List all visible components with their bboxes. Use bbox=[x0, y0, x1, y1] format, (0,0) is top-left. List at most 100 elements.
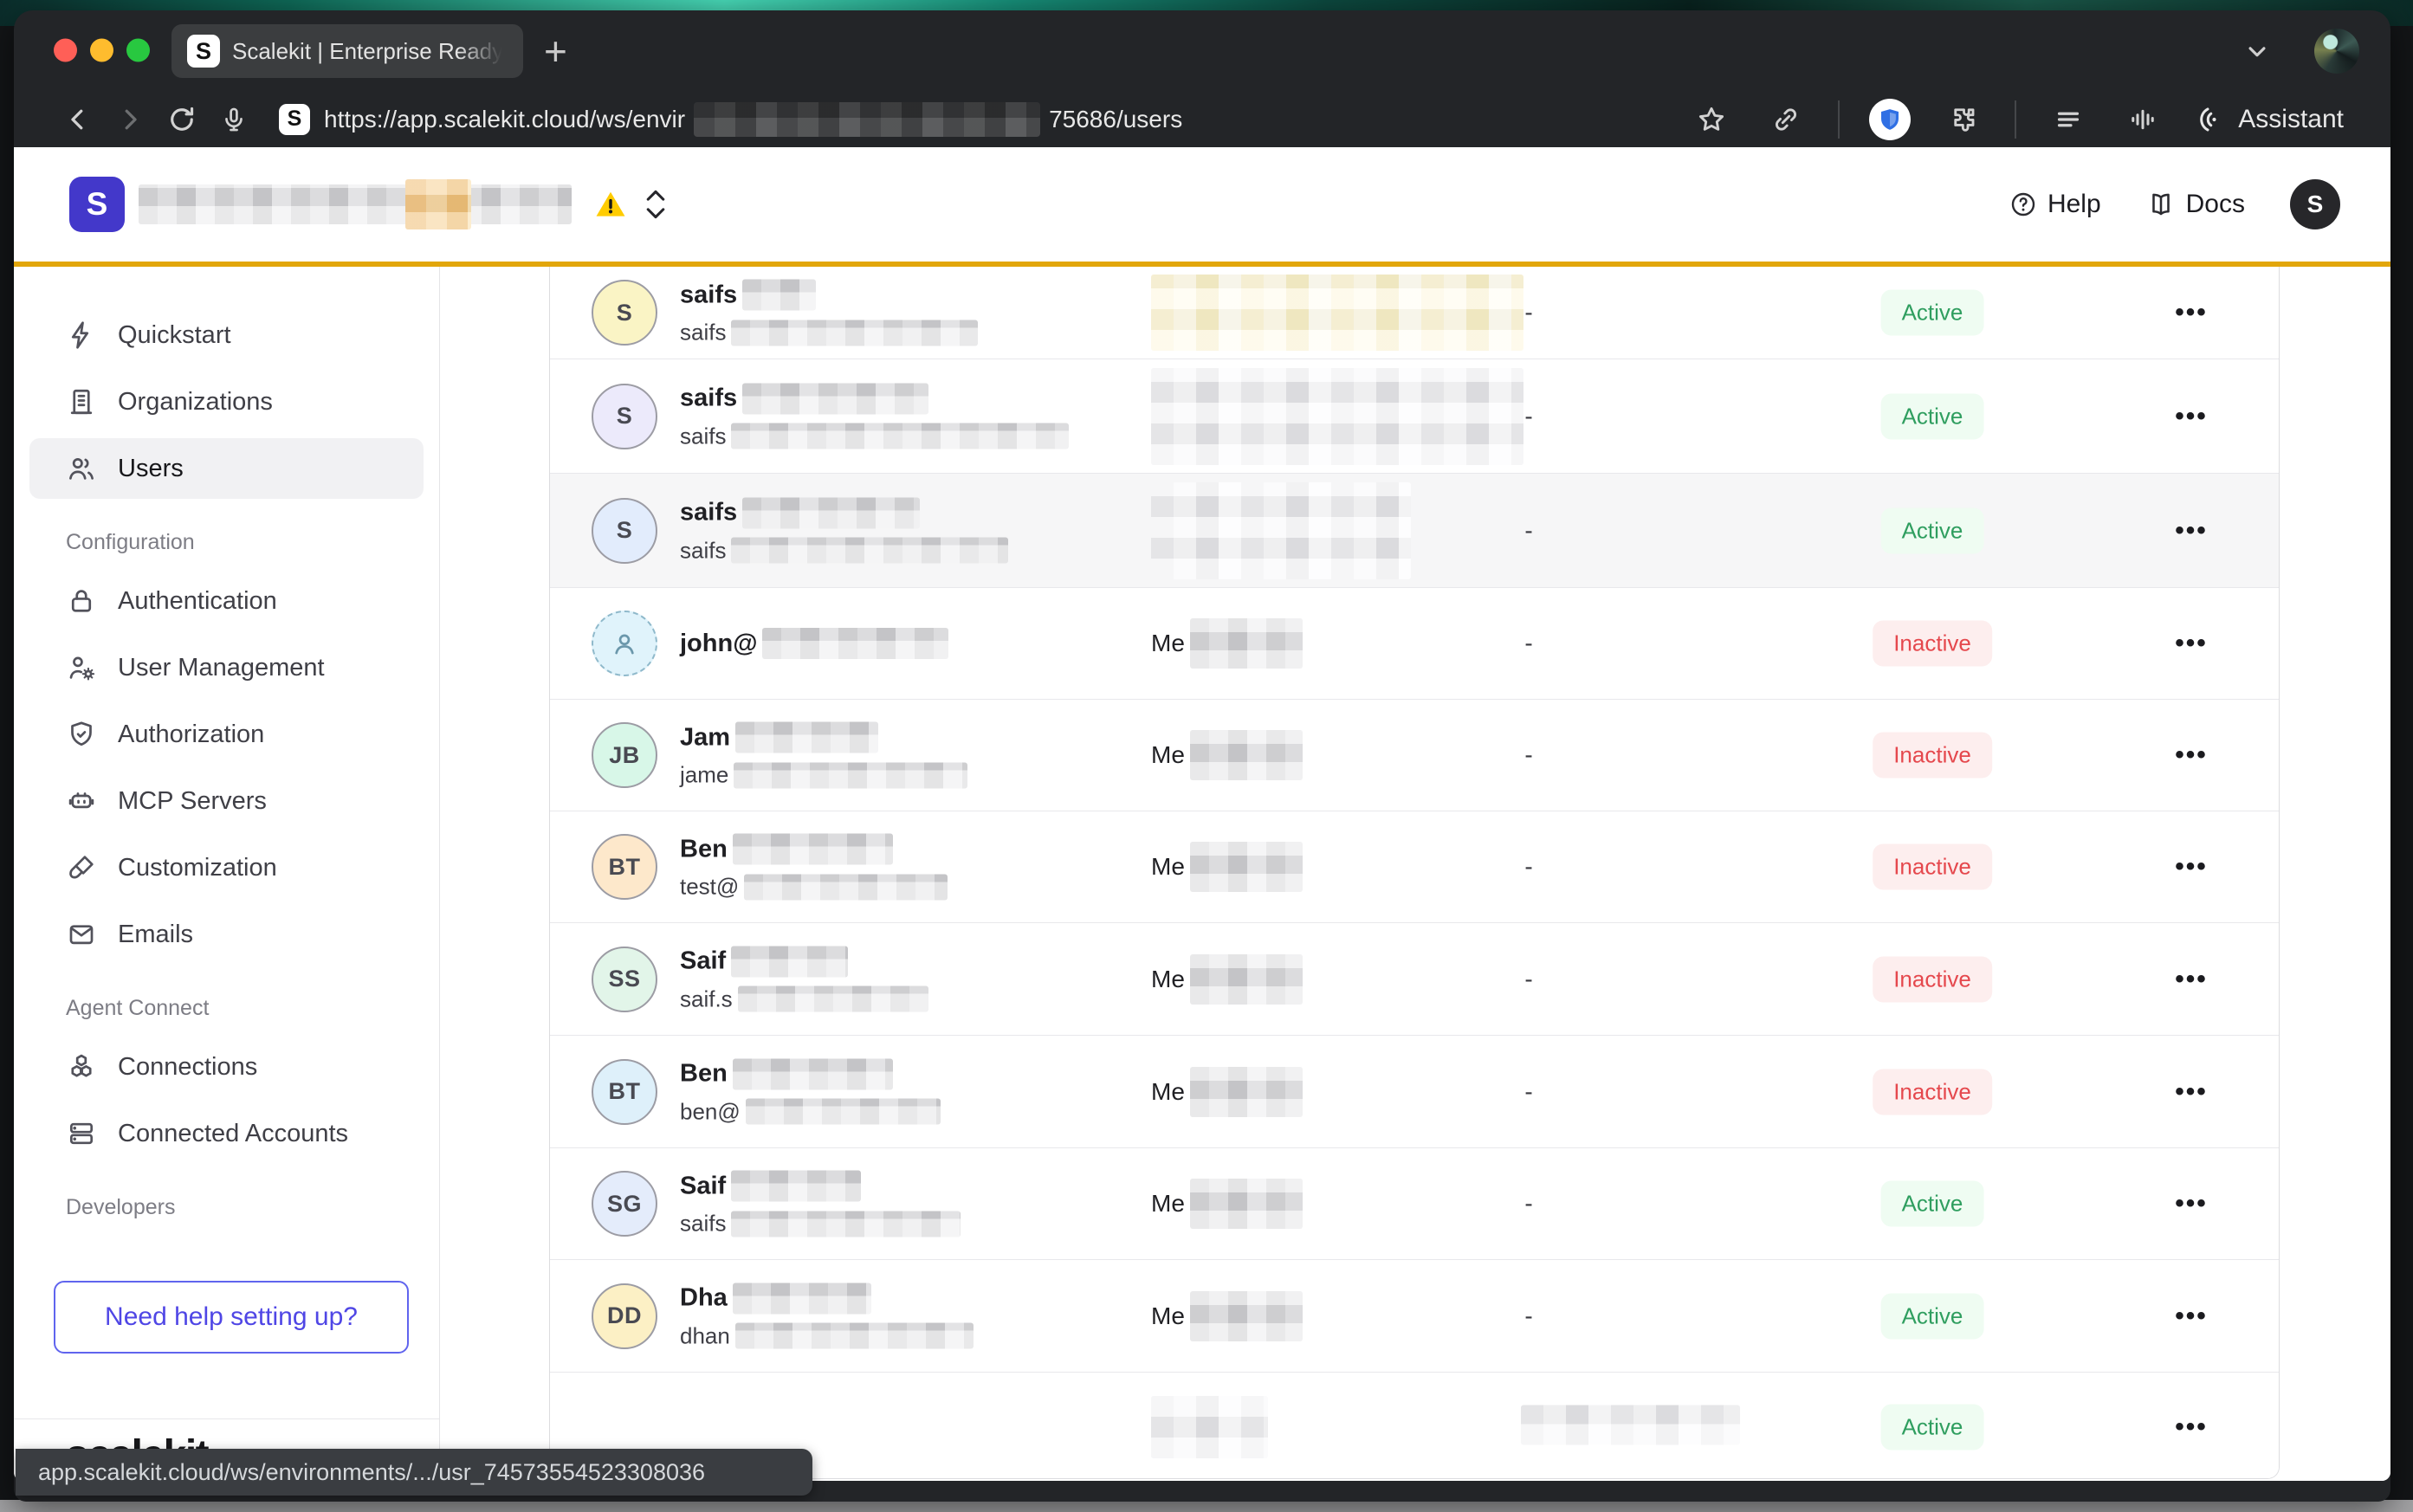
sidebar-item-organizations[interactable]: Organizations bbox=[29, 372, 424, 432]
sidebar-item-label: Users bbox=[118, 455, 184, 483]
sidebar-item-user-management[interactable]: User Management bbox=[29, 637, 424, 698]
user-row[interactable]: BT Benben@Me-Inactive••• bbox=[550, 1036, 2279, 1148]
need-help-button[interactable]: Need help setting up? bbox=[54, 1281, 409, 1354]
status-url-text: app.scalekit.cloud/ws/environments/.../u… bbox=[38, 1459, 705, 1486]
new-tab-button[interactable]: + bbox=[544, 31, 567, 71]
sidebar-divider bbox=[14, 1418, 439, 1419]
reload-button[interactable] bbox=[159, 97, 204, 142]
user-row[interactable]: SS Saifsaif.sMe-Inactive••• bbox=[550, 923, 2279, 1036]
sidebar-item-quickstart[interactable]: Quickstart bbox=[29, 305, 424, 365]
sidebar-item-mcp-servers[interactable]: MCP Servers bbox=[29, 771, 424, 831]
status-badge: Active bbox=[1881, 290, 1984, 336]
voice-waveform-icon[interactable] bbox=[2120, 97, 2165, 142]
membership-redacted bbox=[1190, 842, 1303, 892]
last-signin-cell: - bbox=[1501, 403, 1556, 430]
user-row[interactable]: S saifssaifs-Active••• bbox=[550, 267, 2279, 359]
user-avatar: S bbox=[592, 280, 657, 346]
extensions-puzzle-icon[interactable] bbox=[1940, 97, 1985, 142]
user-row[interactable]: S saifssaifs-Active••• bbox=[550, 474, 2279, 588]
reading-list-icon[interactable] bbox=[2046, 97, 2091, 142]
tab-overview-chevron-icon[interactable] bbox=[2235, 29, 2280, 74]
row-actions-menu[interactable]: ••• bbox=[2175, 516, 2208, 546]
user-row[interactable]: john@Me-Inactive••• bbox=[550, 588, 2279, 700]
sidebar-item-connected-accounts[interactable]: Connected Accounts bbox=[29, 1103, 424, 1164]
status-badge: Inactive bbox=[1873, 733, 1992, 779]
row-actions-menu[interactable]: ••• bbox=[2175, 1077, 2208, 1107]
sidebar-item-customization[interactable]: Customization bbox=[29, 837, 424, 898]
sidebar-section-label: Agent Connect bbox=[66, 996, 439, 1021]
sidebar-item-authentication[interactable]: Authentication bbox=[29, 571, 424, 631]
browser-tab-active[interactable]: S Scalekit | Enterprise Ready A bbox=[171, 24, 523, 78]
bolt-icon bbox=[66, 320, 97, 351]
status-badge: Inactive bbox=[1873, 956, 1992, 1002]
profile-orb-avatar[interactable] bbox=[2314, 29, 2359, 74]
address-bar[interactable]: S https://app.scalekit.cloud/ws/envir756… bbox=[279, 102, 1682, 137]
membership-redacted bbox=[1190, 730, 1303, 780]
membership-prefix: Me bbox=[1151, 1078, 1185, 1106]
toolbar-divider bbox=[2015, 100, 2016, 139]
email-redacted bbox=[744, 874, 948, 900]
name-redacted bbox=[733, 1283, 871, 1314]
email-redacted bbox=[731, 423, 1069, 449]
bookmark-star-icon[interactable] bbox=[1689, 97, 1734, 142]
workspace-name-redacted[interactable] bbox=[139, 184, 572, 224]
back-button[interactable] bbox=[55, 97, 100, 142]
sidebar-item-authorization[interactable]: Authorization bbox=[29, 704, 424, 765]
close-window-button[interactable] bbox=[54, 39, 77, 62]
status-badge: Active bbox=[1881, 393, 1984, 439]
url-redacted-segment bbox=[694, 102, 1040, 137]
membership-prefix: Me bbox=[1151, 853, 1185, 881]
row-actions-menu[interactable]: ••• bbox=[2175, 852, 2208, 882]
workspace-switcher-chevrons-icon[interactable] bbox=[643, 188, 669, 221]
sidebar-item-users[interactable]: Users bbox=[29, 438, 424, 499]
membership-redacted bbox=[1151, 482, 1411, 579]
help-button[interactable]: Help bbox=[2009, 190, 2101, 219]
user-email-prefix: saifs bbox=[680, 537, 726, 564]
stack-icon bbox=[66, 1118, 97, 1149]
row-actions-menu[interactable]: ••• bbox=[2175, 402, 2208, 431]
zoom-window-button[interactable] bbox=[126, 39, 150, 62]
user-row[interactable]: JB JamjameMe-Inactive••• bbox=[550, 700, 2279, 811]
sidebar-section-label: Configuration bbox=[66, 530, 439, 555]
user-name-prefix: Saif bbox=[680, 1172, 726, 1200]
row-actions-menu[interactable]: ••• bbox=[2175, 1302, 2208, 1331]
row-actions-menu[interactable]: ••• bbox=[2175, 740, 2208, 770]
user-row[interactable]: DD DhadhanMe-Active••• bbox=[550, 1260, 2279, 1373]
user-name-cell: john@ bbox=[680, 628, 948, 659]
user-avatar: S bbox=[592, 498, 657, 564]
user-email-prefix: dhan bbox=[680, 1322, 730, 1349]
name-redacted bbox=[742, 383, 928, 414]
membership-prefix: Me bbox=[1151, 1302, 1185, 1330]
sidebar-item-emails[interactable]: Emails bbox=[29, 904, 424, 965]
browser-window: S Scalekit | Enterprise Ready A + bbox=[14, 10, 2390, 1502]
row-actions-menu[interactable]: ••• bbox=[2175, 965, 2208, 994]
docs-label: Docs bbox=[2186, 190, 2245, 219]
user-row[interactable]: S saifssaifs-Active••• bbox=[550, 359, 2279, 474]
row-actions-menu[interactable]: ••• bbox=[2175, 1412, 2208, 1442]
name-redacted bbox=[742, 497, 920, 528]
last-signin-cell bbox=[1521, 1405, 1740, 1450]
row-actions-menu[interactable]: ••• bbox=[2175, 298, 2208, 327]
bitwarden-extension-icon[interactable] bbox=[1869, 99, 1911, 140]
last-signin-cell: - bbox=[1501, 517, 1556, 545]
status-url-tooltip: app.scalekit.cloud/ws/environments/.../u… bbox=[16, 1449, 812, 1496]
sidebar-item-connections[interactable]: Connections bbox=[29, 1037, 424, 1097]
microphone-icon[interactable] bbox=[211, 97, 256, 142]
users-table: S saifssaifs-Active•••S saifssaifs-Activ… bbox=[549, 267, 2280, 1479]
forward-button[interactable] bbox=[107, 97, 152, 142]
user-avatar: S bbox=[592, 384, 657, 449]
browser-tab-bar: S Scalekit | Enterprise Ready A + bbox=[14, 10, 2390, 91]
row-actions-menu[interactable]: ••• bbox=[2175, 629, 2208, 658]
minimize-window-button[interactable] bbox=[90, 39, 113, 62]
user-name-prefix: saifs bbox=[680, 384, 737, 413]
copy-link-icon[interactable] bbox=[1763, 97, 1808, 142]
docs-button[interactable]: Docs bbox=[2146, 190, 2245, 219]
url-favicon: S bbox=[279, 104, 310, 135]
shield-icon bbox=[66, 719, 97, 750]
user-row[interactable]: BT Bentest@Me-Inactive••• bbox=[550, 811, 2279, 923]
user-avatar-menu[interactable]: S bbox=[2290, 179, 2340, 229]
assistant-button[interactable]: Assistant bbox=[2195, 104, 2344, 135]
users-page: S saifssaifs-Active•••S saifssaifs-Activ… bbox=[440, 267, 2390, 1481]
row-actions-menu[interactable]: ••• bbox=[2175, 1189, 2208, 1218]
user-row[interactable]: SG SaifsaifsMe-Active••• bbox=[550, 1148, 2279, 1260]
